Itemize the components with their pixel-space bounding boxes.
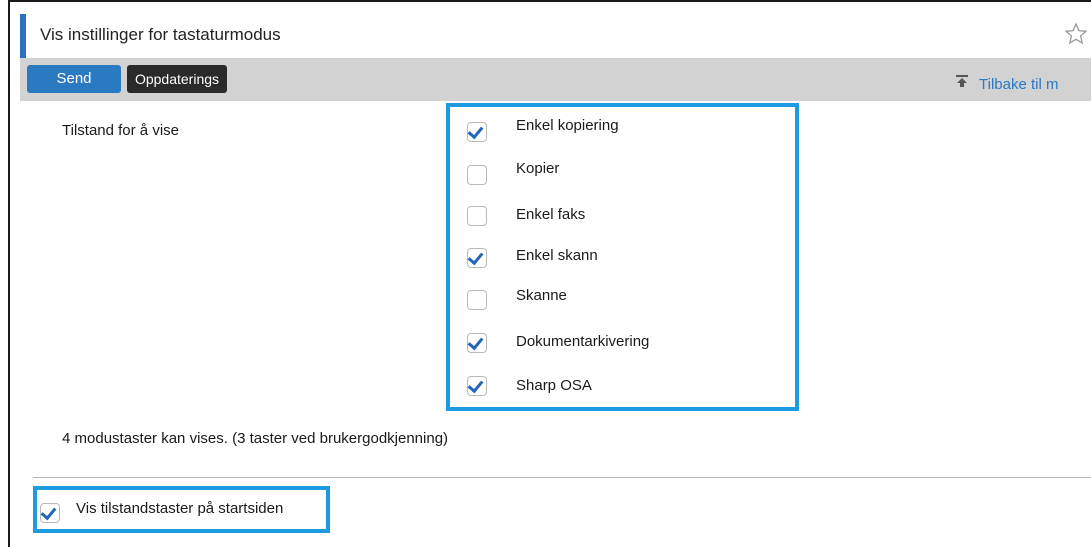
option-label: Kopier (516, 160, 560, 177)
toolbar: Send Oppdaterings Tilbake til m (20, 58, 1091, 101)
checkbox-sharp-osa[interactable] (467, 376, 487, 396)
send-button[interactable]: Send (27, 65, 121, 93)
checkbox-dokumentarkivering[interactable] (467, 333, 487, 353)
section-divider (33, 477, 1091, 478)
checkbox-enkel-faks[interactable] (467, 206, 487, 226)
option-label: Enkel skann (516, 247, 598, 264)
back-link[interactable]: Tilbake til m (979, 76, 1058, 93)
checkbox-show-mode-keys-home[interactable] (40, 503, 60, 523)
header-accent-bar (20, 14, 26, 58)
mode-section-label: Tilstand for å vise (62, 122, 179, 139)
page-title: Vis instillinger for tastaturmodus (40, 25, 281, 44)
option-label: Enkel faks (516, 206, 586, 223)
option-label: Dokumentarkivering (516, 333, 650, 350)
back-to-top-icon[interactable] (955, 74, 969, 88)
mode-info-text: 4 modustaster kan vises. (3 taster ved b… (62, 430, 449, 447)
page-header: Vis instillinger for tastaturmodus (20, 14, 1091, 58)
checkbox-skanne[interactable] (467, 290, 487, 310)
option-label: Sharp OSA (516, 377, 592, 394)
home-option-label: Vis tilstandstaster på startsiden (76, 500, 284, 517)
mode-options-highlight (446, 103, 799, 411)
window-frame-left (8, 0, 10, 547)
window-frame-top (8, 0, 1091, 2)
update-button[interactable]: Oppdaterings (127, 65, 227, 93)
checkbox-kopier[interactable] (467, 165, 487, 185)
checkbox-enkel-skann[interactable] (467, 248, 487, 268)
star-icon[interactable] (1064, 22, 1088, 46)
option-label: Skanne (516, 287, 567, 304)
option-label: Enkel kopiering (516, 117, 619, 134)
checkbox-enkel-kopiering[interactable] (467, 122, 487, 142)
